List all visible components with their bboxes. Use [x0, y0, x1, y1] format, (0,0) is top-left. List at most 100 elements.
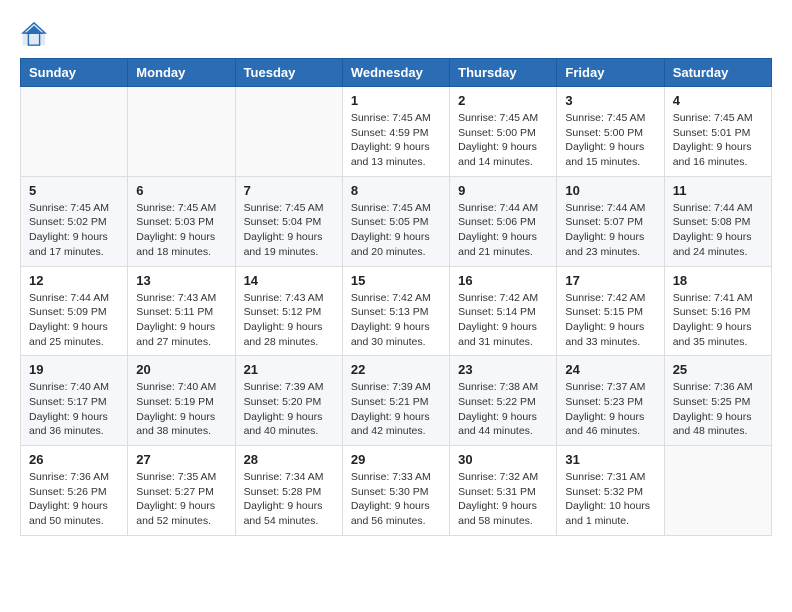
day-number: 29 [351, 452, 441, 467]
day-info: Sunrise: 7:43 AM Sunset: 5:12 PM Dayligh… [244, 291, 334, 350]
calendar-cell: 13 Sunrise: 7:43 AM Sunset: 5:11 PM Dayli… [128, 266, 235, 356]
calendar-week-4: 19 Sunrise: 7:40 AM Sunset: 5:17 PM Dayli… [21, 356, 772, 446]
day-header-tuesday: Tuesday [235, 59, 342, 87]
calendar-cell: 30 Sunrise: 7:32 AM Sunset: 5:31 PM Dayli… [450, 446, 557, 536]
logo-icon [20, 20, 48, 48]
calendar-cell: 6 Sunrise: 7:45 AM Sunset: 5:03 PM Daylig… [128, 176, 235, 266]
calendar-cell: 29 Sunrise: 7:33 AM Sunset: 5:30 PM Dayli… [342, 446, 449, 536]
day-number: 20 [136, 362, 226, 377]
day-number: 9 [458, 183, 548, 198]
day-number: 21 [244, 362, 334, 377]
day-info: Sunrise: 7:45 AM Sunset: 5:02 PM Dayligh… [29, 201, 119, 260]
day-number: 7 [244, 183, 334, 198]
day-number: 28 [244, 452, 334, 467]
day-info: Sunrise: 7:42 AM Sunset: 5:15 PM Dayligh… [565, 291, 655, 350]
day-number: 30 [458, 452, 548, 467]
day-info: Sunrise: 7:45 AM Sunset: 4:59 PM Dayligh… [351, 111, 441, 170]
day-number: 12 [29, 273, 119, 288]
calendar-cell: 21 Sunrise: 7:39 AM Sunset: 5:20 PM Dayli… [235, 356, 342, 446]
day-info: Sunrise: 7:35 AM Sunset: 5:27 PM Dayligh… [136, 470, 226, 529]
calendar-cell: 28 Sunrise: 7:34 AM Sunset: 5:28 PM Dayli… [235, 446, 342, 536]
day-info: Sunrise: 7:34 AM Sunset: 5:28 PM Dayligh… [244, 470, 334, 529]
calendar-cell: 16Sunrise: 7:42 AM Sunset: 5:14 PM Dayli… [450, 266, 557, 356]
logo [20, 20, 52, 48]
day-header-monday: Monday [128, 59, 235, 87]
day-number: 3 [565, 93, 655, 108]
day-info: Sunrise: 7:38 AM Sunset: 5:22 PM Dayligh… [458, 380, 548, 439]
day-info: Sunrise: 7:44 AM Sunset: 5:07 PM Dayligh… [565, 201, 655, 260]
day-header-thursday: Thursday [450, 59, 557, 87]
day-number: 25 [673, 362, 763, 377]
calendar-cell: 22Sunrise: 7:39 AM Sunset: 5:21 PM Dayli… [342, 356, 449, 446]
day-info: Sunrise: 7:40 AM Sunset: 5:17 PM Dayligh… [29, 380, 119, 439]
calendar-cell: 18 Sunrise: 7:41 AM Sunset: 5:16 PM Dayli… [664, 266, 771, 356]
day-number: 18 [673, 273, 763, 288]
calendar-cell: 1 Sunrise: 7:45 AM Sunset: 4:59 PM Daylig… [342, 87, 449, 177]
day-info: Sunrise: 7:39 AM Sunset: 5:20 PM Dayligh… [244, 380, 334, 439]
calendar-cell: 14Sunrise: 7:43 AM Sunset: 5:12 PM Dayli… [235, 266, 342, 356]
calendar-cell: 5 Sunrise: 7:45 AM Sunset: 5:02 PM Daylig… [21, 176, 128, 266]
day-number: 1 [351, 93, 441, 108]
day-number: 6 [136, 183, 226, 198]
day-header-sunday: Sunday [21, 59, 128, 87]
day-number: 26 [29, 452, 119, 467]
day-info: Sunrise: 7:40 AM Sunset: 5:19 PM Dayligh… [136, 380, 226, 439]
day-info: Sunrise: 7:45 AM Sunset: 5:03 PM Dayligh… [136, 201, 226, 260]
calendar-cell: 8 Sunrise: 7:45 AM Sunset: 5:05 PM Daylig… [342, 176, 449, 266]
calendar-cell: 9 Sunrise: 7:44 AM Sunset: 5:06 PM Daylig… [450, 176, 557, 266]
day-number: 10 [565, 183, 655, 198]
calendar-cell: 7Sunrise: 7:45 AM Sunset: 5:04 PM Daylig… [235, 176, 342, 266]
calendar-cell: 2Sunrise: 7:45 AM Sunset: 5:00 PM Daylig… [450, 87, 557, 177]
day-info: Sunrise: 7:36 AM Sunset: 5:26 PM Dayligh… [29, 470, 119, 529]
day-info: Sunrise: 7:45 AM Sunset: 5:01 PM Dayligh… [673, 111, 763, 170]
day-info: Sunrise: 7:45 AM Sunset: 5:05 PM Dayligh… [351, 201, 441, 260]
calendar-week-1: 1 Sunrise: 7:45 AM Sunset: 4:59 PM Daylig… [21, 87, 772, 177]
day-number: 15 [351, 273, 441, 288]
calendar-cell: 10 Sunrise: 7:44 AM Sunset: 5:07 PM Dayli… [557, 176, 664, 266]
day-number: 4 [673, 93, 763, 108]
day-header-wednesday: Wednesday [342, 59, 449, 87]
calendar-week-5: 26 Sunrise: 7:36 AM Sunset: 5:26 PM Dayli… [21, 446, 772, 536]
day-number: 16 [458, 273, 548, 288]
day-number: 11 [673, 183, 763, 198]
day-info: Sunrise: 7:44 AM Sunset: 5:09 PM Dayligh… [29, 291, 119, 350]
day-number: 13 [136, 273, 226, 288]
day-header-saturday: Saturday [664, 59, 771, 87]
day-number: 5 [29, 183, 119, 198]
day-info: Sunrise: 7:45 AM Sunset: 5:00 PM Dayligh… [458, 111, 548, 170]
calendar-cell [21, 87, 128, 177]
day-info: Sunrise: 7:44 AM Sunset: 5:06 PM Dayligh… [458, 201, 548, 260]
calendar-header-row: SundayMondayTuesdayWednesdayThursdayFrid… [21, 59, 772, 87]
calendar-cell [664, 446, 771, 536]
calendar-cell: 25 Sunrise: 7:36 AM Sunset: 5:25 PM Dayli… [664, 356, 771, 446]
calendar-week-2: 5 Sunrise: 7:45 AM Sunset: 5:02 PM Daylig… [21, 176, 772, 266]
day-info: Sunrise: 7:43 AM Sunset: 5:11 PM Dayligh… [136, 291, 226, 350]
day-number: 17 [565, 273, 655, 288]
calendar-cell: 27Sunrise: 7:35 AM Sunset: 5:27 PM Dayli… [128, 446, 235, 536]
day-number: 31 [565, 452, 655, 467]
day-number: 8 [351, 183, 441, 198]
calendar-cell [235, 87, 342, 177]
calendar-cell: 17 Sunrise: 7:42 AM Sunset: 5:15 PM Dayli… [557, 266, 664, 356]
calendar-table: SundayMondayTuesdayWednesdayThursdayFrid… [20, 58, 772, 536]
day-info: Sunrise: 7:36 AM Sunset: 5:25 PM Dayligh… [673, 380, 763, 439]
calendar-cell: 15Sunrise: 7:42 AM Sunset: 5:13 PM Dayli… [342, 266, 449, 356]
day-info: Sunrise: 7:37 AM Sunset: 5:23 PM Dayligh… [565, 380, 655, 439]
calendar-cell: 4 Sunrise: 7:45 AM Sunset: 5:01 PM Daylig… [664, 87, 771, 177]
calendar-cell: 19 Sunrise: 7:40 AM Sunset: 5:17 PM Dayli… [21, 356, 128, 446]
day-info: Sunrise: 7:41 AM Sunset: 5:16 PM Dayligh… [673, 291, 763, 350]
day-info: Sunrise: 7:31 AM Sunset: 5:32 PM Dayligh… [565, 470, 655, 529]
day-number: 23 [458, 362, 548, 377]
calendar-week-3: 12 Sunrise: 7:44 AM Sunset: 5:09 PM Dayli… [21, 266, 772, 356]
day-number: 22 [351, 362, 441, 377]
calendar-cell: 12 Sunrise: 7:44 AM Sunset: 5:09 PM Dayli… [21, 266, 128, 356]
day-number: 19 [29, 362, 119, 377]
day-info: Sunrise: 7:44 AM Sunset: 5:08 PM Dayligh… [673, 201, 763, 260]
calendar-cell: 11 Sunrise: 7:44 AM Sunset: 5:08 PM Dayli… [664, 176, 771, 266]
day-info: Sunrise: 7:45 AM Sunset: 5:00 PM Dayligh… [565, 111, 655, 170]
calendar-cell: 23 Sunrise: 7:38 AM Sunset: 5:22 PM Dayli… [450, 356, 557, 446]
day-info: Sunrise: 7:32 AM Sunset: 5:31 PM Dayligh… [458, 470, 548, 529]
page-header [20, 20, 772, 48]
calendar-cell: 24Sunrise: 7:37 AM Sunset: 5:23 PM Dayli… [557, 356, 664, 446]
day-info: Sunrise: 7:33 AM Sunset: 5:30 PM Dayligh… [351, 470, 441, 529]
